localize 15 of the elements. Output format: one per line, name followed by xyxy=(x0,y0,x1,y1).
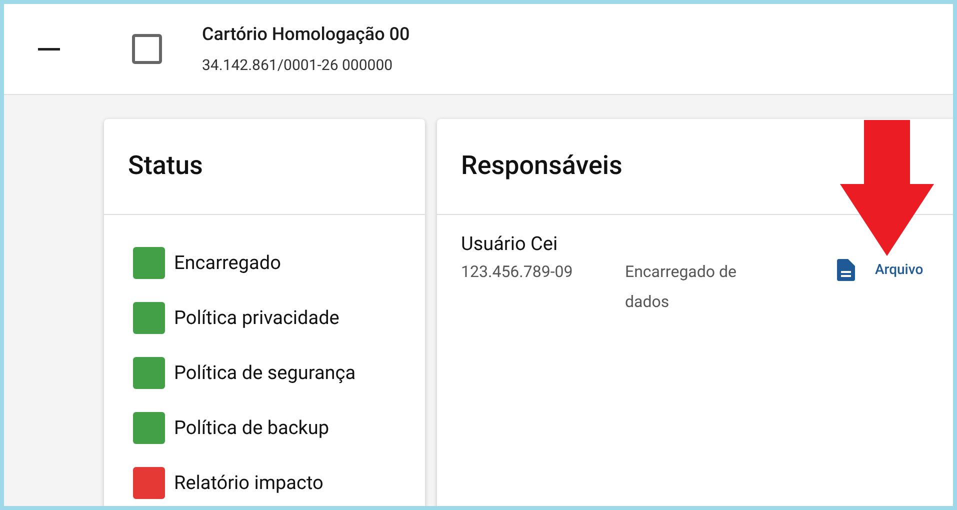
status-label: Relatório impacto xyxy=(174,470,324,496)
document-icon xyxy=(837,259,855,281)
person-document: 123.456.789-09 xyxy=(461,261,574,283)
organization-id: 34.142.861/0001-26 000000 xyxy=(202,55,394,75)
status-label: Política de segurança xyxy=(174,360,356,386)
status-label: Política de backup xyxy=(174,414,330,441)
status-label: Política privacidade xyxy=(174,304,340,331)
file-link[interactable]: Arquivo xyxy=(875,260,924,280)
card-title: Status xyxy=(128,150,203,183)
person-name: Usuário Cei xyxy=(461,231,559,257)
card-title: Responsáveis xyxy=(461,150,622,183)
status-label: Encarregado xyxy=(174,250,281,276)
organization-name: Cartório Homologação 00 xyxy=(202,23,410,47)
checkbox[interactable] xyxy=(132,34,162,64)
person-role: Encarregado de dados xyxy=(625,261,738,313)
